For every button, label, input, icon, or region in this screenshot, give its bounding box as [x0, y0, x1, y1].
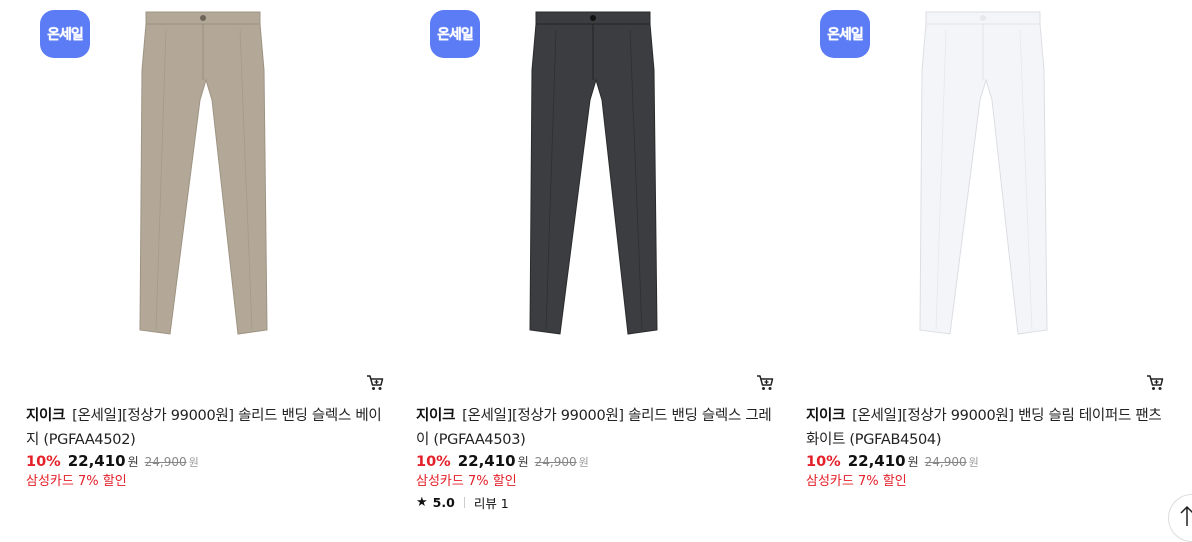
cart-icon[interactable]	[756, 374, 774, 392]
brand-name: 지이크	[416, 408, 456, 424]
sale-price: 22,410	[457, 452, 516, 470]
product-card[interactable]: 온세일 지이크 [온세일][정상가 99000원] 밴딩 슬림 테이퍼드 팬츠 화…	[806, 0, 1166, 525]
onsale-badge: 온세일	[430, 10, 480, 58]
product-name: [온세일][정상가 99000원] 밴딩 슬림 테이퍼드 팬츠 화이트 (PGF…	[806, 408, 1162, 448]
pants-image	[919, 11, 1048, 335]
card-promo: 삼성카드 7% 할인	[806, 474, 907, 489]
sale-price: 22,410	[67, 452, 126, 470]
original-price: 24,900	[144, 455, 187, 469]
price-row: 10% 22,410 원 24,900 원	[806, 452, 979, 470]
product-title[interactable]: 지이크 [온세일][정상가 99000원] 밴딩 슬림 테이퍼드 팬츠 화이트 (…	[806, 404, 1168, 452]
discount-rate: 10%	[806, 454, 841, 470]
divider	[463, 497, 465, 508]
price-row: 10% 22,410 원 24,900 원	[416, 452, 589, 470]
brand-name: 지이크	[806, 408, 846, 424]
badge-label: 온세일	[437, 27, 474, 43]
product-image[interactable]: 온세일	[416, 0, 776, 360]
cart-icon[interactable]	[1146, 374, 1164, 392]
original-price: 24,900	[924, 455, 967, 469]
brand-name: 지이크	[26, 408, 66, 424]
discount-rate: 10%	[26, 454, 61, 470]
product-name: [온세일][정상가 99000원] 솔리드 밴딩 슬렉스 베이지 (PGFAA4…	[26, 408, 382, 448]
star-icon: ★	[416, 495, 428, 510]
review-count: 리뷰 1	[473, 496, 509, 511]
pants-image	[139, 11, 268, 335]
sale-price: 22,410	[847, 452, 906, 470]
product-grid: 온세일 지이크 [온세일][정상가 99000원] 솔리드 밴딩 슬렉스 베이지 …	[26, 0, 1192, 525]
onsale-badge: 온세일	[820, 10, 870, 58]
original-unit: 원	[578, 456, 589, 469]
card-promo: 삼성카드 7% 할인	[416, 474, 517, 489]
arrow-up-icon	[1180, 505, 1192, 526]
card-promo: 삼성카드 7% 할인	[26, 474, 127, 489]
badge-label: 온세일	[47, 27, 84, 43]
product-title[interactable]: 지이크 [온세일][정상가 99000원] 솔리드 밴딩 슬렉스 그레이 (PGF…	[416, 404, 778, 452]
onsale-badge: 온세일	[40, 10, 90, 58]
product-image[interactable]: 온세일	[806, 0, 1166, 360]
product-card[interactable]: 온세일 지이크 [온세일][정상가 99000원] 솔리드 밴딩 슬렉스 그레이 …	[416, 0, 776, 525]
product-title[interactable]: 지이크 [온세일][정상가 99000원] 솔리드 밴딩 슬렉스 베이지 (PGF…	[26, 404, 388, 452]
rating-value: 5.0	[432, 495, 455, 510]
review-row[interactable]: ★ 5.0 리뷰 1	[416, 493, 509, 512]
product-card[interactable]: 온세일 지이크 [온세일][정상가 99000원] 솔리드 밴딩 슬렉스 베이지 …	[26, 0, 386, 525]
discount-rate: 10%	[416, 454, 451, 470]
original-unit: 원	[188, 456, 199, 469]
product-name: [온세일][정상가 99000원] 솔리드 밴딩 슬렉스 그레이 (PGFAA4…	[416, 408, 772, 448]
price-unit: 원	[127, 455, 139, 469]
original-price: 24,900	[534, 455, 577, 469]
price-unit: 원	[517, 455, 529, 469]
pants-image	[529, 11, 658, 335]
price-row: 10% 22,410 원 24,900 원	[26, 452, 199, 470]
original-unit: 원	[968, 456, 979, 469]
badge-label: 온세일	[827, 27, 864, 43]
price-unit: 원	[907, 455, 919, 469]
product-image[interactable]: 온세일	[26, 0, 386, 360]
cart-icon[interactable]	[366, 374, 384, 392]
